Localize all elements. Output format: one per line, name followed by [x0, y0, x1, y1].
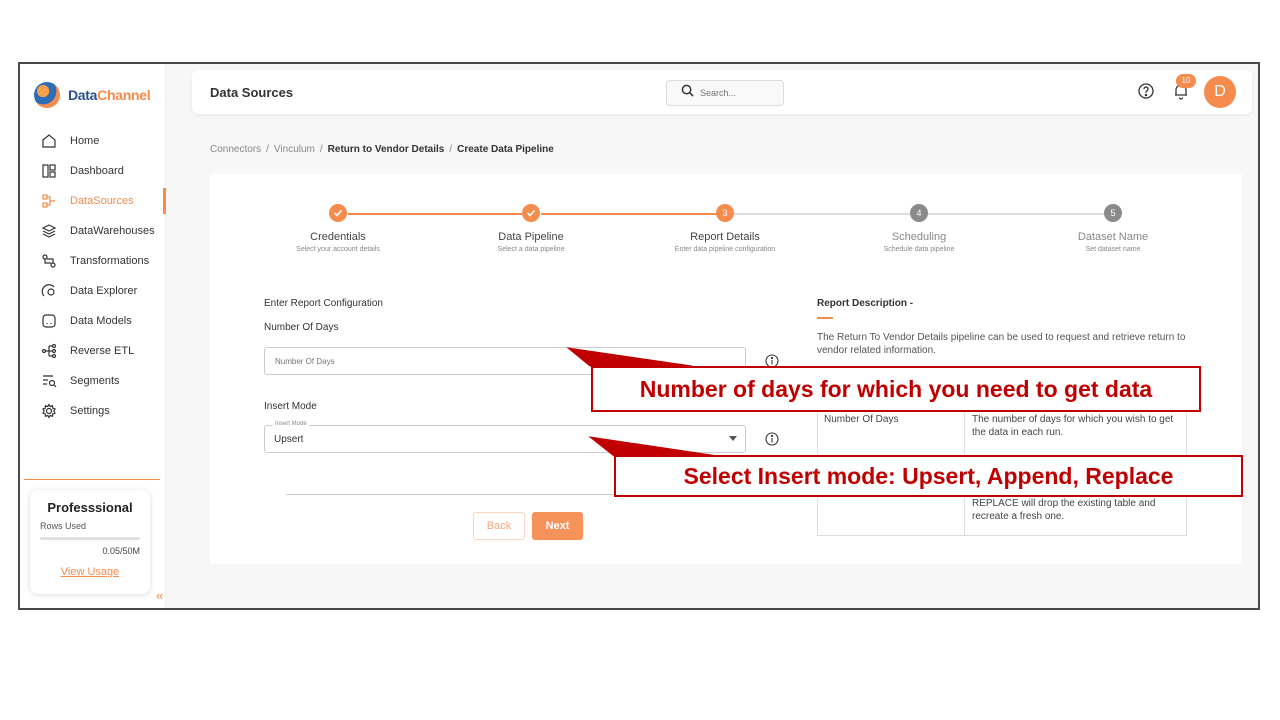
sidebar-item-reverse-etl[interactable]: Reverse ETL [20, 336, 166, 366]
check-icon [522, 204, 540, 222]
annotation-days-callout: Number of days for which you need to get… [591, 366, 1201, 412]
step-credentials[interactable]: Credentials Select your account details [263, 204, 413, 253]
models-icon [40, 312, 58, 330]
sidebar-item-label: Reverse ETL [70, 345, 135, 357]
sidebar-item-datasources[interactable]: DataSources [20, 186, 166, 216]
info-icon[interactable] [765, 432, 779, 446]
title-underline [817, 317, 833, 319]
datasources-icon [40, 192, 58, 210]
explorer-icon [40, 282, 58, 300]
sidebar-item-label: DataSources [70, 195, 134, 207]
sidebar-item-settings[interactable]: Settings [20, 396, 166, 426]
step-number: 5 [1104, 204, 1122, 222]
step-sub: Set dataset name [1085, 246, 1141, 253]
step-number: 3 [716, 204, 734, 222]
step-sub: Schedule data pipeline [883, 246, 955, 253]
form-section-title: Enter Report Configuration [264, 298, 383, 309]
sidebar-item-label: Dashboard [70, 165, 124, 177]
sidebar-item-home[interactable]: Home [20, 126, 166, 156]
step-sub: Select a data pipeline [497, 246, 565, 253]
table-cell-key: Number Of Days [824, 414, 899, 425]
breadcrumb-connectors[interactable]: Connectors [210, 144, 261, 155]
sidebar-item-label: Data Models [70, 315, 132, 327]
breadcrumb-vinculum[interactable]: Vinculum [274, 144, 315, 155]
segments-icon [40, 372, 58, 390]
sidebar-item-label: DataWarehouses [70, 225, 155, 237]
collapse-sidebar-icon[interactable]: « [156, 588, 163, 603]
dashboard-icon [40, 162, 58, 180]
step-label: Dataset Name [1077, 231, 1149, 243]
insert-mode-select[interactable]: Insert Mode Upsert [264, 421, 746, 453]
brand-name: DataChannel [68, 87, 151, 103]
sidebar-item-dashboard[interactable]: Dashboard [20, 156, 166, 186]
sidebar-item-segments[interactable]: Segments [20, 366, 166, 396]
sidebar-nav: Home Dashboard DataSources DataWarehouse… [20, 126, 166, 426]
home-icon [40, 132, 58, 150]
sidebar-item-datawarehouses[interactable]: DataWarehouses [20, 216, 166, 246]
sidebar-item-label: Segments [70, 375, 120, 387]
check-icon [329, 204, 347, 222]
rows-used-label: Rows Used [40, 521, 87, 531]
report-description-title: Report Description - [817, 298, 914, 309]
step-report-details[interactable]: 3 Report Details Enter data pipeline con… [650, 204, 800, 253]
annotation-insert-callout: Select Insert mode: Upsert, Append, Repl… [614, 455, 1243, 497]
page-title: Data Sources [210, 85, 294, 100]
rows-used-count: 0.05/50M [102, 546, 140, 556]
top-header: Data Sources 10 D [192, 70, 1252, 114]
step-number: 4 [910, 204, 928, 222]
next-button[interactable]: Next [532, 512, 583, 540]
breadcrumb: Connectors / Vinculum / Return to Vendor Det… [210, 144, 554, 155]
sidebar-item-data-models[interactable]: Data Models [20, 306, 166, 336]
reverse-etl-icon [40, 342, 58, 360]
plan-title: Professsional [47, 500, 133, 515]
step-scheduling[interactable]: 4 Scheduling Schedule data pipeline [844, 204, 994, 253]
breadcrumb-current: Create Data Pipeline [457, 144, 554, 155]
step-label: Scheduling [891, 231, 947, 243]
step-sub: Enter data pipeline configuration [674, 246, 776, 253]
stepper: Credentials Select your account details … [210, 204, 1242, 274]
plan-card: Professsional Rows Used 0.05/50M View Us… [30, 490, 150, 594]
sidebar-item-label: Data Explorer [70, 285, 138, 297]
step-dataset-name[interactable]: 5 Dataset Name Set dataset name [1038, 204, 1188, 253]
rows-used-bar [40, 537, 140, 540]
table-cell-value: The number of days for which you wish to… [972, 414, 1174, 438]
days-label: Number Of Days [264, 322, 339, 333]
view-usage-link[interactable]: View Usage [40, 566, 140, 578]
sidebar-item-transformations[interactable]: Transformations [20, 246, 166, 276]
search-box[interactable] [666, 80, 784, 106]
report-description-text: The Return To Vendor Details pipeline ca… [817, 332, 1186, 356]
gear-icon [40, 402, 58, 420]
step-sub: Select your account details [296, 246, 380, 253]
table-cell-value: REPLACE will drop the existing table and… [972, 498, 1156, 522]
step-label: Report Details [690, 231, 760, 243]
sidebar-item-label: Home [70, 135, 100, 147]
transform-icon [40, 252, 58, 270]
notification-badge: 10 [1176, 74, 1196, 88]
sidebar-divider [24, 479, 160, 480]
search-icon [681, 84, 694, 102]
avatar[interactable]: D [1204, 76, 1236, 108]
insert-mode-value: Upsert [274, 434, 304, 445]
sidebar: DataChannel Home Dashboard DataSources D… [20, 64, 166, 608]
caret-down-icon [729, 436, 737, 441]
sidebar-item-label: Settings [70, 405, 110, 417]
logo[interactable]: DataChannel [34, 82, 151, 108]
sidebar-item-label: Transformations [70, 255, 150, 267]
step-label: Credentials [310, 231, 366, 243]
app-window: DataChannel Home Dashboard DataSources D… [18, 62, 1260, 610]
search-input[interactable] [700, 88, 770, 98]
logo-icon [34, 82, 60, 108]
insert-mode-legend: Insert Mode [273, 421, 309, 427]
step-label: Data Pipeline [498, 231, 564, 243]
help-icon[interactable] [1138, 83, 1154, 99]
layers-icon [40, 222, 58, 240]
sidebar-item-data-explorer[interactable]: Data Explorer [20, 276, 166, 306]
insert-mode-label: Insert Mode [264, 401, 317, 412]
back-button[interactable]: Back [473, 512, 525, 540]
breadcrumb-return-to-vendor[interactable]: Return to Vendor Details [328, 144, 445, 155]
step-data-pipeline[interactable]: Data Pipeline Select a data pipeline [456, 204, 606, 253]
